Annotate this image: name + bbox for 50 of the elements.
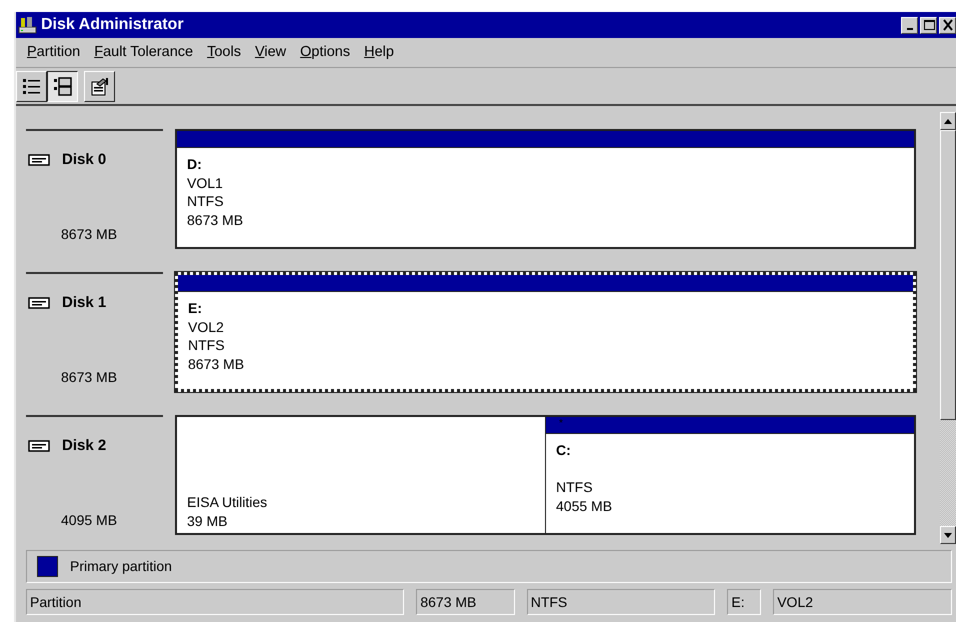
- scroll-thumb[interactable]: [940, 130, 956, 420]
- disk-list-icon: [52, 76, 73, 96]
- app-icon: [18, 15, 38, 35]
- menu-item[interactable]: View: [250, 42, 296, 64]
- partition-block[interactable]: D: VOL1 NTFS 8673 MB: [177, 131, 914, 247]
- file-system: EISA Utilities: [187, 493, 268, 512]
- file-system: NTFS: [188, 336, 226, 354]
- status-cell: E:: [727, 589, 762, 615]
- volume-label: VOL1: [187, 174, 224, 192]
- menu-item[interactable]: Partition: [22, 42, 90, 64]
- properties-icon: [89, 76, 110, 96]
- partition-block[interactable]: EISA Utilities 39 MB: [177, 417, 545, 533]
- close-button[interactable]: [939, 16, 956, 34]
- partition-size: 39 MB: [187, 512, 228, 530]
- legend-label: Primary partition: [70, 557, 172, 576]
- drive-letter: E:: [188, 299, 203, 318]
- drive-letter: C:: [556, 441, 572, 460]
- file-system: NTFS: [556, 478, 594, 496]
- window-title: Disk Administrator: [41, 15, 184, 35]
- file-system: NTFS: [187, 192, 225, 210]
- partition-size: 4055 MB: [556, 496, 614, 515]
- disk-size: 8673 MB: [60, 368, 118, 387]
- down-arrow-icon[interactable]: [944, 532, 952, 538]
- minimize-button[interactable]: [901, 16, 918, 34]
- disk-name: Disk 1: [62, 293, 106, 313]
- maximize-button[interactable]: [920, 16, 937, 34]
- partition-size: 8673 MB: [187, 210, 244, 229]
- status-cell: NTFS: [526, 589, 716, 615]
- volume-label: VOL2: [188, 318, 225, 336]
- status-cell: Partition: [26, 589, 404, 615]
- disk-name: Disk 0: [62, 150, 106, 170]
- menu-item[interactable]: Options: [295, 42, 360, 64]
- menu-item[interactable]: Tools: [202, 42, 250, 64]
- disk-size: 8673 MB: [60, 225, 118, 244]
- status-cell: 8673 MB: [416, 589, 515, 615]
- partition-block[interactable]: * C: NTFS 4055 MB: [545, 417, 914, 533]
- minimize-icon: [906, 28, 912, 30]
- menu-item[interactable]: Fault Tolerance: [89, 42, 202, 64]
- toolbar-button[interactable]: [47, 70, 78, 102]
- partition-size: 8673 MB: [188, 354, 246, 373]
- up-arrow-icon[interactable]: [944, 118, 952, 124]
- partition-block[interactable]: E: VOL2 NTFS 8673 MB: [178, 275, 913, 389]
- disk-size: 4095 MB: [60, 511, 118, 530]
- close-icon: [942, 19, 954, 31]
- maximize-icon: [922, 19, 934, 31]
- drive-letter: D:: [187, 155, 203, 174]
- disk-name: Disk 2: [62, 436, 106, 456]
- menu-item[interactable]: Help: [359, 42, 403, 64]
- status-cell: VOL2: [773, 589, 952, 615]
- active-mark: *: [559, 418, 563, 429]
